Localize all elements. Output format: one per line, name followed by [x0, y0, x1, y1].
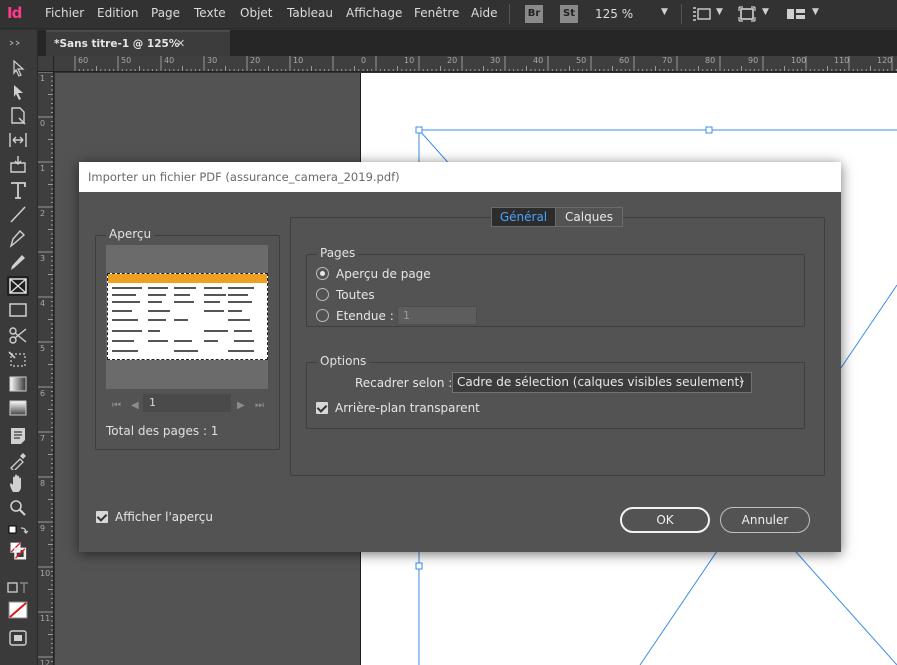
- frame-handle[interactable]: [705, 126, 713, 134]
- range-input[interactable]: 1: [397, 306, 477, 325]
- first-page-icon[interactable]: ⏮: [112, 400, 121, 411]
- tab-calques[interactable]: Calques: [556, 207, 623, 227]
- chevron-down-icon: ⌄: [737, 375, 746, 386]
- ok-button[interactable]: OK: [620, 507, 710, 533]
- pages-legend: Pages: [317, 246, 359, 260]
- preview-page-number-field[interactable]: 1: [143, 394, 231, 412]
- crop-select-value: Cadre de sélection (calques visibles seu…: [457, 375, 744, 389]
- next-page-icon[interactable]: ▶: [237, 400, 245, 411]
- tab-general[interactable]: Général: [491, 207, 556, 227]
- range-radio[interactable]: [316, 309, 329, 322]
- frame-handle[interactable]: [415, 562, 423, 570]
- dialog-title: Importer un fichier PDF (assurance_camer…: [88, 170, 400, 184]
- show-preview-label[interactable]: Afficher l'aperçu: [115, 510, 213, 524]
- page-preview-label[interactable]: Aperçu de page: [336, 267, 431, 281]
- cancel-button[interactable]: Annuler: [720, 507, 810, 533]
- frame-handle[interactable]: [415, 126, 423, 134]
- page-preview-radio[interactable]: [316, 267, 329, 280]
- options-legend: Options: [317, 354, 370, 368]
- all-pages-radio[interactable]: [316, 288, 329, 301]
- preview-legend: Aperçu: [106, 227, 155, 241]
- total-pages-label: Total des pages : 1: [106, 424, 219, 438]
- dialog-titlebar[interactable]: Importer un fichier PDF (assurance_camer…: [79, 162, 841, 192]
- crop-label: Recadrer selon :: [355, 376, 453, 390]
- range-label[interactable]: Etendue :: [336, 309, 394, 323]
- crop-to-select[interactable]: Cadre de sélection (calques visibles seu…: [452, 372, 752, 393]
- import-pdf-dialog: Importer un fichier PDF (assurance_camer…: [79, 162, 841, 552]
- transparent-background-checkbox[interactable]: [316, 402, 328, 414]
- all-pages-label[interactable]: Toutes: [336, 288, 375, 302]
- previous-page-icon[interactable]: ◀: [131, 400, 139, 411]
- show-preview-checkbox[interactable]: [96, 511, 108, 523]
- last-page-icon[interactable]: ⏭: [255, 400, 264, 411]
- transparent-background-label[interactable]: Arrière-plan transparent: [335, 401, 480, 415]
- pdf-preview-thumbnail: [107, 273, 268, 360]
